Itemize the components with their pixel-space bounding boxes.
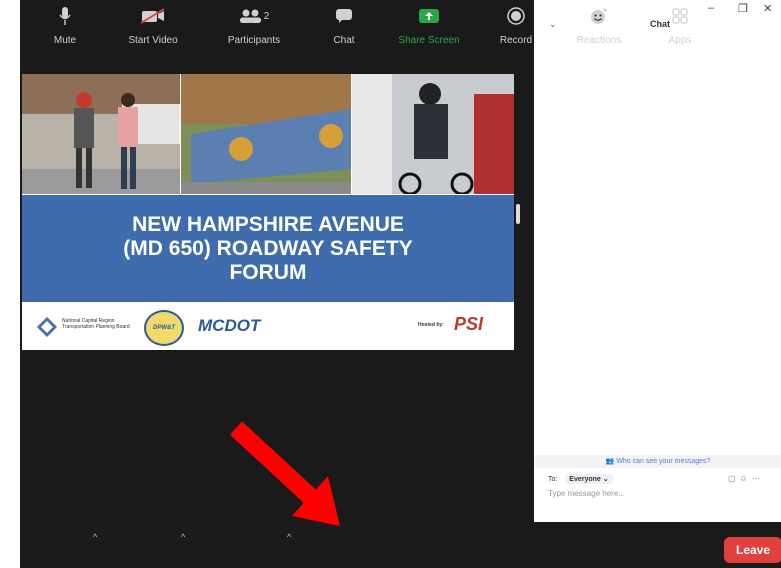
chat-label: Chat	[333, 35, 355, 46]
slide-logos: National Capital Region Transportation P…	[22, 302, 514, 350]
mute-options-caret[interactable]: ^	[93, 532, 97, 542]
red-arrow-annotation-icon	[229, 421, 340, 526]
video-options-caret[interactable]: ^	[181, 532, 185, 542]
recipient-dropdown[interactable]: Everyone ⌄	[565, 474, 613, 484]
people-icon: 👥	[605, 458, 617, 465]
psi-logo: PSI	[454, 314, 484, 334]
microphone-icon	[59, 7, 71, 25]
to-label: To:	[548, 476, 558, 483]
participants-button[interactable]: 2 Participants	[218, 0, 290, 46]
participants-icon	[239, 9, 261, 23]
video-off-icon	[140, 8, 165, 24]
panel-resize-handle[interactable]	[516, 204, 520, 224]
apps-label: Apps	[668, 35, 692, 46]
apps-button[interactable]: Apps	[660, 0, 700, 46]
participants-options-caret[interactable]: ^	[287, 532, 291, 542]
slide-title: NEW HAMPSHIRE AVENUE (MD 650) ROADWAY SA…	[123, 212, 413, 284]
more-icon[interactable]: ⋯	[752, 474, 764, 483]
mural-wall-photo	[181, 74, 351, 194]
tpb-logo-icon	[37, 317, 57, 337]
chat-bubble-icon	[336, 9, 352, 23]
mute-label: Mute	[53, 35, 77, 46]
chat-tools: ▢☺⋯	[728, 474, 764, 483]
reactions-button[interactable]: Reactions	[568, 0, 630, 46]
pedestrians-photo	[22, 74, 180, 194]
mcdot-logo: MCDOT	[198, 316, 261, 335]
recipient-value: Everyone	[569, 476, 601, 483]
record-label: Record	[499, 35, 533, 46]
start-video-button[interactable]: Start Video	[118, 0, 188, 46]
apps-icon	[672, 8, 688, 24]
participants-count: 2	[263, 10, 270, 22]
mute-button[interactable]: Mute	[40, 0, 90, 46]
minimize-button[interactable]: –	[708, 2, 714, 14]
smiley-plus-icon	[591, 8, 607, 24]
share-screen-label: Share Screen	[398, 35, 460, 46]
record-button[interactable]: Record	[494, 0, 538, 46]
chat-button[interactable]: Chat	[325, 0, 363, 46]
reactions-label: Reactions	[576, 35, 622, 46]
privacy-note-text: Who can see your messages?	[616, 458, 711, 465]
share-screen-button[interactable]: Share Screen	[388, 0, 470, 46]
chevron-down-icon: ⌄	[602, 476, 609, 483]
restore-button[interactable]: ❐	[738, 2, 748, 15]
leave-button[interactable]: Leave	[724, 537, 781, 563]
chat-panel	[535, 30, 781, 528]
recipient-row: To: Everyone ⌄	[548, 474, 613, 484]
shared-slide: NEW HAMPSHIRE AVENUE (MD 650) ROADWAY SA…	[22, 74, 514, 350]
file-icon[interactable]: ▢	[728, 474, 740, 483]
record-icon	[507, 7, 525, 25]
close-button[interactable]: ✕	[763, 2, 772, 15]
hosted-by-label: Hosted by:	[418, 322, 444, 328]
chat-collapse-chevron-icon[interactable]: ⌄	[549, 19, 557, 30]
slide-title-banner: NEW HAMPSHIRE AVENUE (MD 650) ROADWAY SA…	[22, 195, 514, 302]
tpb-logo-text: National Capital Region Transportation P…	[62, 318, 130, 330]
cyclist-photo	[352, 74, 514, 194]
start-video-label: Start Video	[128, 35, 178, 46]
who-can-see-messages-link[interactable]: 👥 Who can see your messages?	[535, 455, 781, 468]
meeting-toolbar	[20, 522, 781, 568]
emoji-icon[interactable]: ☺	[740, 474, 752, 483]
participants-label: Participants	[227, 35, 281, 46]
dpwt-logo: DPW&T	[144, 310, 184, 346]
chat-message-input[interactable]: Type message here...	[548, 489, 625, 498]
share-screen-icon	[419, 9, 439, 23]
